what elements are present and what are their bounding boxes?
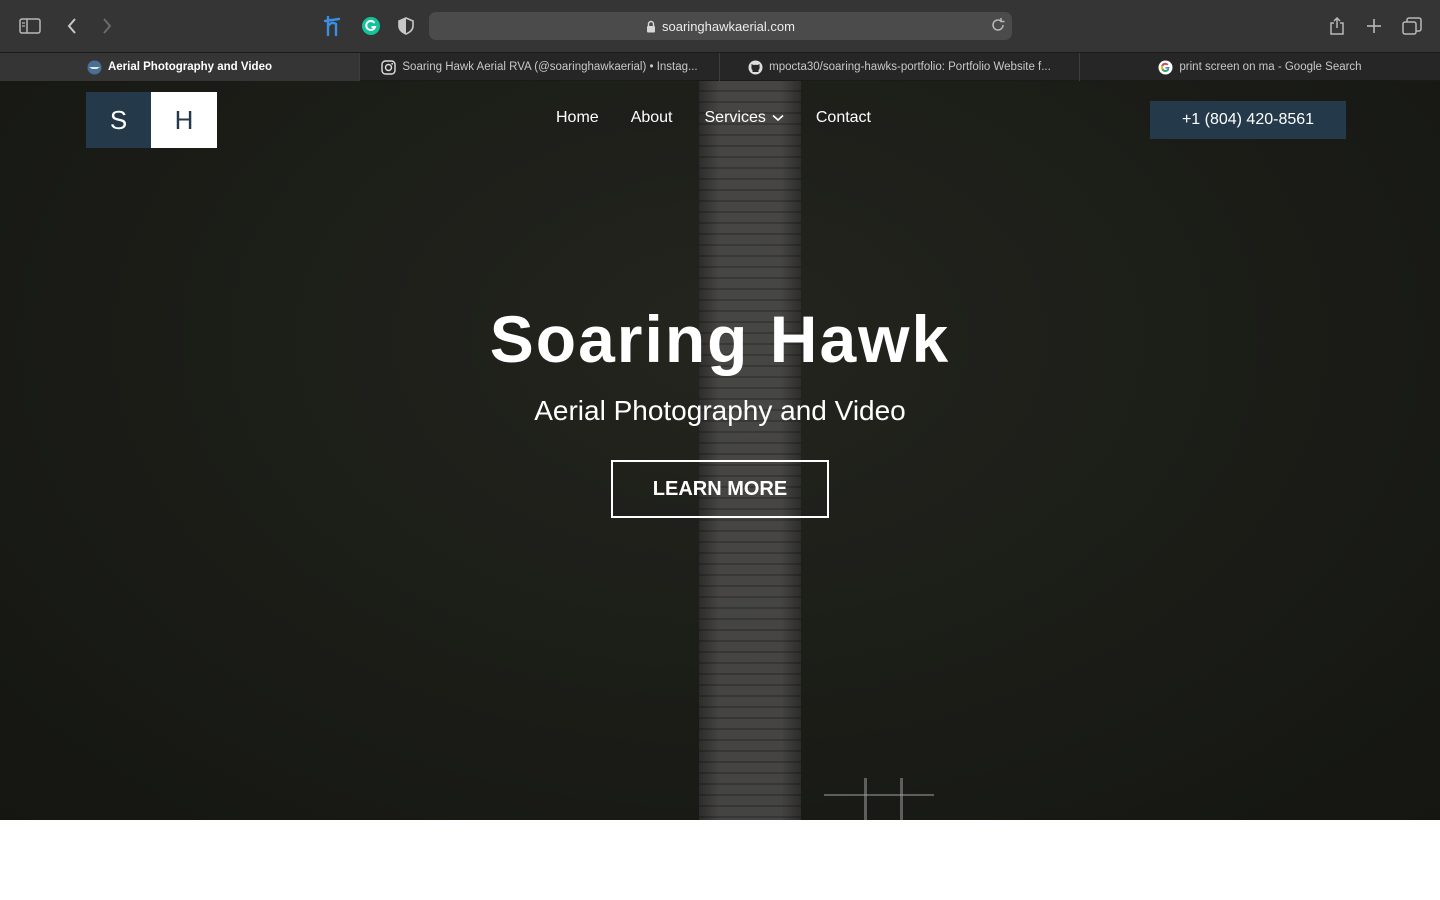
nav-services[interactable]: Services (705, 109, 784, 127)
chevron-down-icon (772, 114, 784, 122)
main-nav: Home About Services Contact (556, 109, 903, 127)
privacy-shield-icon[interactable] (394, 14, 418, 38)
hero-title: Soaring Hawk (489, 302, 951, 376)
honey-extension-icon[interactable] (321, 14, 345, 38)
nav-contact[interactable]: Contact (816, 109, 871, 127)
tab-instagram[interactable]: Soaring Hawk Aerial RVA (@soaringhawkaer… (360, 53, 720, 81)
share-icon[interactable] (1325, 14, 1349, 38)
sidebar-toggle-icon[interactable] (18, 14, 42, 38)
tab-github[interactable]: mpocta30/soaring-hawks-portfolio: Portfo… (720, 53, 1080, 81)
reload-icon[interactable] (990, 17, 1006, 33)
phone-button[interactable]: +1 (804) 420-8561 (1150, 101, 1346, 139)
nav-home[interactable]: Home (556, 109, 599, 127)
tab-overview-icon[interactable] (1400, 14, 1424, 38)
lock-icon (646, 20, 656, 33)
hero-section: S H Home About Services Contact +1 (804)… (0, 81, 1440, 820)
hero-overlay (0, 81, 1440, 820)
tab-google-search[interactable]: print screen on ma - Google Search (1080, 53, 1440, 81)
google-icon (1158, 60, 1173, 75)
hero-subtitle: Aerial Photography and Video (534, 395, 906, 426)
address-bar[interactable]: soaringhawkaerial.com (429, 12, 1012, 40)
forward-icon[interactable] (95, 14, 119, 38)
instagram-icon (381, 59, 397, 75)
site-favicon-icon (87, 60, 102, 75)
tab-strip: Aerial Photography and Video Soaring Haw… (0, 52, 1440, 81)
url-text: soaringhawkaerial.com (662, 18, 795, 34)
site-logo[interactable]: S H (86, 92, 217, 148)
back-icon[interactable] (60, 14, 84, 38)
new-tab-icon[interactable] (1362, 14, 1386, 38)
tab-label: print screen on ma - Google Search (1179, 61, 1362, 73)
logo-letter-h: H (151, 92, 217, 148)
page-below-hero (0, 820, 1440, 900)
tab-label: Aerial Photography and Video (107, 61, 272, 73)
nav-services-label: Services (704, 109, 766, 126)
browser-toolbar: soaringhawkaerial.com (0, 0, 1440, 52)
tab-label: Soaring Hawk Aerial RVA (@soaringhawkaer… (402, 61, 698, 73)
grammarly-extension-icon[interactable] (359, 14, 383, 38)
learn-more-button[interactable]: LEARN MORE (611, 460, 829, 518)
tab-aerial-photography[interactable]: Aerial Photography and Video (0, 53, 360, 81)
logo-letter-s: S (86, 92, 151, 148)
nav-about[interactable]: About (631, 109, 673, 127)
github-icon (748, 60, 763, 75)
tab-label: mpocta30/soaring-hawks-portfolio: Portfo… (769, 61, 1051, 73)
